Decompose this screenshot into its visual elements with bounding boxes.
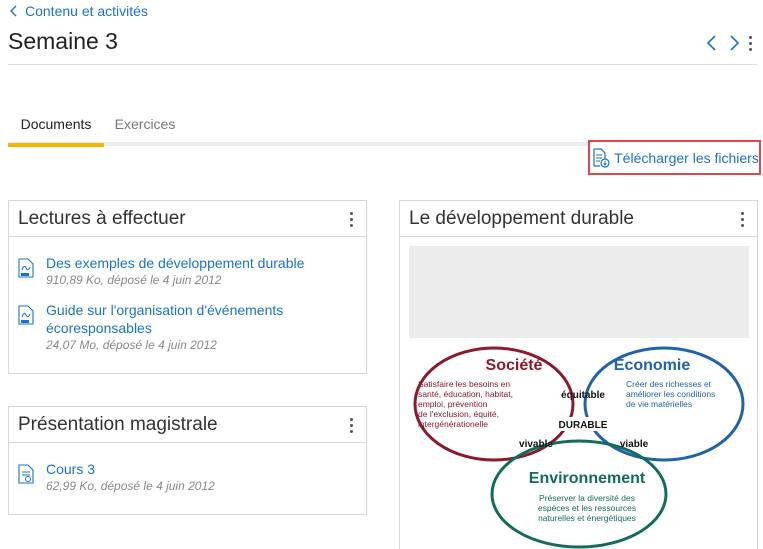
societe-title: Société [486, 357, 543, 374]
list-item: Guide sur l'organisation d'événements éc… [9, 301, 366, 353]
download-files-label: Télécharger les fichiers [614, 149, 759, 166]
environnement-line: Préserver la diversité des [539, 493, 635, 503]
economie-line: de vie matérielles [626, 399, 692, 409]
environnement-title: Environnement [529, 470, 646, 487]
card-title: Présentation magistrale [18, 414, 218, 435]
page-title: Semaine 3 [8, 28, 118, 54]
card-more-options-icon[interactable] [350, 212, 353, 227]
card-lectures: Lectures à effectuer Des exemples de dév… [8, 200, 367, 374]
card-more-options-icon[interactable] [741, 212, 744, 227]
list-item: Des exemples de développement durable 91… [9, 254, 366, 288]
environnement-line: naturelles et énergétiques [538, 513, 636, 523]
societe-line: de l'exclusion, équité, [418, 409, 499, 419]
presentation-file-icon [18, 464, 34, 484]
header-divider [8, 64, 757, 65]
tab-exercices[interactable]: Exercices [104, 104, 186, 146]
chevron-left-icon [10, 5, 17, 17]
page-more-options-icon[interactable] [749, 36, 752, 51]
economie-line: améliorer les conditions [626, 389, 715, 399]
back-link-label: Contenu et activités [25, 3, 148, 19]
card-title: Le développement durable [409, 208, 635, 229]
document-link[interactable]: Guide sur l'organisation d'événements éc… [46, 301, 366, 337]
card-header: Le développement durable [400, 201, 757, 237]
viable-label: viable [620, 439, 649, 450]
chevron-left-icon [706, 35, 716, 51]
card-header: Lectures à effectuer [9, 201, 366, 237]
societe-line: emploi, prévention [418, 399, 488, 409]
card-sustainable-development: Le développement durable Société Satisfa… [399, 200, 758, 549]
previous-page-button[interactable] [705, 34, 719, 52]
durable-label: DURABLE [559, 420, 608, 431]
document-meta: 62,99 Ko, déposé le 4 juin 2012 [46, 479, 215, 493]
tab-documents[interactable]: Documents [8, 104, 104, 146]
economie-title: Économie [614, 355, 691, 374]
back-link[interactable]: Contenu et activités [9, 3, 148, 19]
document-link[interactable]: Cours 3 [46, 460, 366, 478]
list-item: Cours 3 62,99 Ko, déposé le 4 juin 2012 [9, 460, 366, 494]
active-tab-indicator [8, 143, 104, 147]
document-link-line: écoresponsables [46, 320, 152, 336]
document-link[interactable]: Des exemples de développement durable [46, 254, 366, 272]
chevron-right-icon [730, 35, 740, 51]
card-presentation: Présentation magistrale Cours 3 62,99 Ko… [8, 406, 367, 515]
download-files-button[interactable]: Télécharger les fichiers [588, 140, 761, 175]
card-header: Présentation magistrale [9, 407, 366, 443]
vivable-label: vivable [519, 439, 553, 450]
document-meta: 910,89 Ko, déposé le 4 juin 2012 [46, 273, 222, 287]
venn-diagram: Société Satisfaire les besoins en santé,… [413, 346, 745, 549]
equitable-label: équitable [561, 390, 605, 401]
download-file-icon [593, 147, 610, 168]
card-title: Lectures à effectuer [18, 208, 186, 229]
pdf-icon [18, 258, 34, 278]
societe-line: santé, éducation, habitat, [418, 389, 513, 399]
next-page-button[interactable] [727, 34, 741, 52]
societe-line: Satisfaire les besoins en [418, 379, 510, 389]
card-more-options-icon[interactable] [350, 418, 353, 433]
document-link-line: Guide sur l'organisation d'événements [46, 302, 284, 318]
economie-line: Créer des richesses et [626, 379, 712, 389]
pdf-icon [18, 305, 34, 325]
page-navigation [705, 34, 741, 52]
document-meta: 24,07 Mo, déposé le 4 juin 2012 [46, 338, 217, 352]
environnement-line: espèces et les ressources [538, 503, 636, 513]
media-placeholder [409, 246, 749, 338]
societe-line: intergénérationelle [418, 419, 488, 429]
